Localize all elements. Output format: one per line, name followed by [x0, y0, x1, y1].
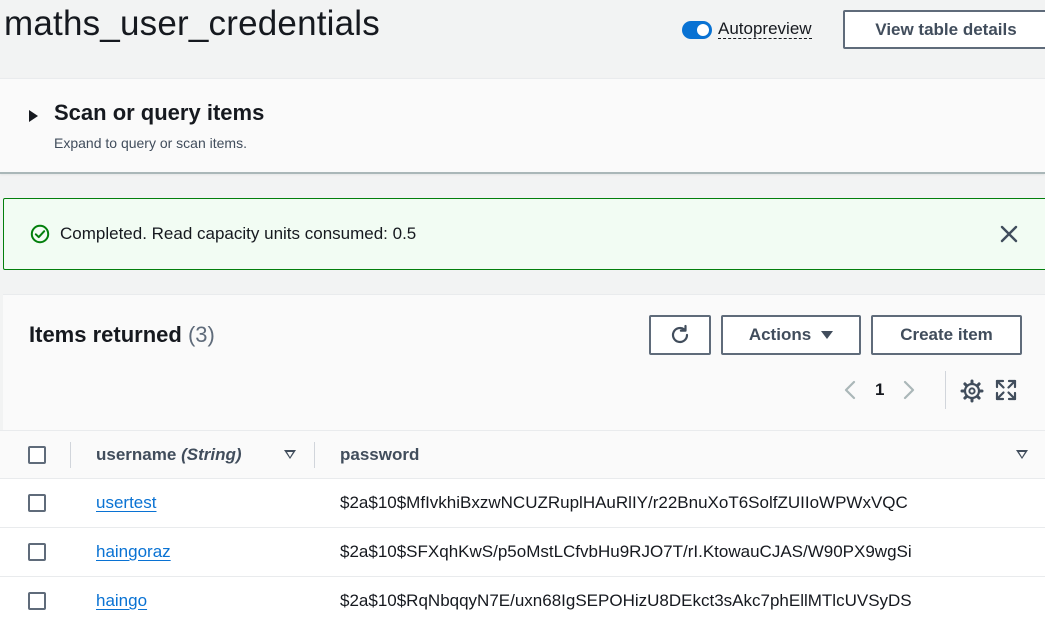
table-row: haingoraz $2a$10$SFXqhKwS/p5oMstLCfvbHu9…: [0, 528, 1045, 577]
view-table-details-label: View table details: [875, 19, 1017, 39]
column-name-username: username: [96, 445, 177, 464]
column-header-password[interactable]: password: [340, 445, 419, 465]
column-type-username: (String): [181, 445, 242, 464]
chevron-right-icon[interactable]: [902, 379, 916, 401]
gear-icon[interactable]: [960, 379, 984, 403]
username-link[interactable]: usertest: [96, 493, 156, 513]
pager-divider: [945, 371, 946, 409]
create-item-label: Create item: [900, 325, 993, 344]
autopreview-toggle-group[interactable]: Autopreview: [682, 20, 812, 39]
column-divider: [70, 442, 71, 468]
autopreview-toggle[interactable]: [682, 20, 712, 39]
items-count: (3): [187, 322, 215, 347]
success-check-icon: [30, 224, 50, 244]
page-title: maths_user_credentials: [4, 4, 380, 43]
sort-caret-icon[interactable]: [1016, 450, 1028, 459]
password-cell: $2a$10$RqNbqqyN7E/uxn68IgSEPOHizU8DEkct3…: [340, 591, 912, 610]
sort-caret-icon[interactable]: [284, 450, 296, 459]
fullscreen-icon[interactable]: [995, 379, 1017, 401]
page-number[interactable]: 1: [875, 380, 884, 400]
scan-query-panel[interactable]: Scan or query items Expand to query or s…: [0, 78, 1045, 174]
scan-query-title[interactable]: Scan or query items: [54, 100, 264, 126]
caret-right-icon[interactable]: [29, 110, 38, 122]
chevron-left-icon[interactable]: [843, 379, 857, 401]
table-header: username (String) password: [0, 430, 1045, 479]
pagination: 1: [843, 378, 916, 402]
view-table-details-button[interactable]: View table details: [843, 10, 1045, 49]
password-cell: $2a$10$MfIvkhiBxzwNCUZRuplHAuRlIY/r22Bnu…: [340, 493, 908, 512]
row-checkbox[interactable]: [28, 592, 46, 610]
scan-query-subtitle: Expand to query or scan items.: [54, 135, 247, 151]
table-row: usertest $2a$10$MfIvkhiBxzwNCUZRuplHAuRl…: [0, 479, 1045, 528]
username-link[interactable]: haingoraz: [96, 542, 171, 562]
create-item-button[interactable]: Create item: [871, 315, 1022, 355]
password-cell: $2a$10$SFXqhKwS/p5oMstLCfvbHu9RJO7T/rI.K…: [340, 542, 912, 561]
row-checkbox[interactable]: [28, 543, 46, 561]
refresh-icon: [671, 324, 689, 344]
refresh-button[interactable]: [649, 315, 711, 355]
actions-label: Actions: [748, 325, 812, 344]
actions-dropdown-button[interactable]: Actions: [721, 315, 861, 355]
autopreview-label[interactable]: Autopreview: [718, 20, 812, 39]
table-row: haingo $2a$10$RqNbqqyN7E/uxn68IgSEPOHizU…: [0, 577, 1045, 623]
flash-message: Completed. Read capacity units consumed:…: [60, 224, 417, 243]
select-all-checkbox[interactable]: [28, 446, 46, 464]
items-title-text: Items returned: [29, 322, 182, 347]
items-title: Items returned (3): [29, 322, 215, 348]
close-icon[interactable]: [999, 224, 1019, 244]
username-link[interactable]: haingo: [96, 591, 147, 611]
success-flashbar: Completed. Read capacity units consumed:…: [3, 198, 1045, 270]
column-name-password: password: [340, 445, 420, 464]
row-checkbox[interactable]: [28, 494, 46, 512]
column-divider[interactable]: [314, 442, 315, 468]
caret-down-icon: [821, 331, 834, 339]
column-header-username[interactable]: username (String): [96, 445, 242, 465]
